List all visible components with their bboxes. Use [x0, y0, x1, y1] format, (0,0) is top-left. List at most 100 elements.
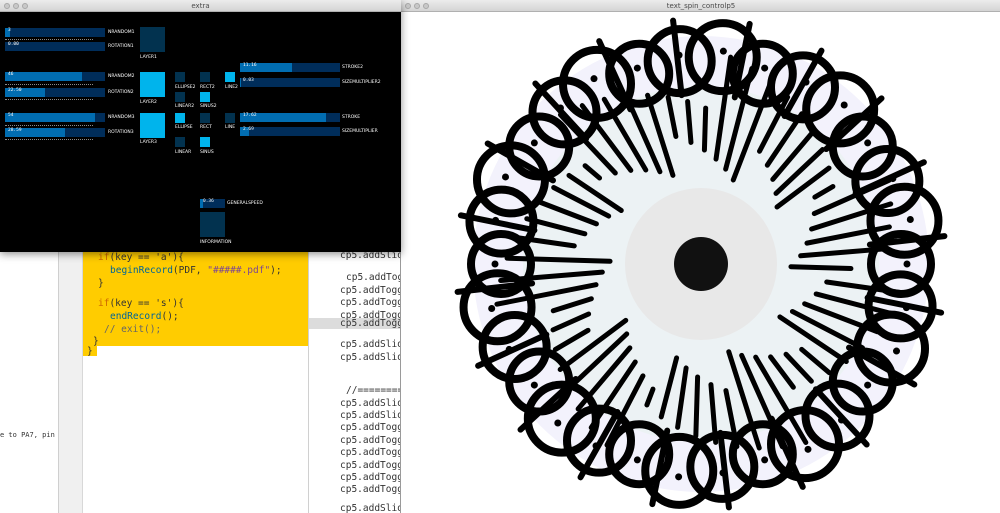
code2-line[interactable]: cp5.addSlid [340, 503, 400, 513]
slider-rotation2[interactable]: 22.50 [5, 88, 105, 97]
slider-value: 0.00 [8, 42, 19, 47]
slider-rotation1[interactable]: 0.00 [5, 42, 105, 51]
code2-line[interactable]: //========= [346, 385, 400, 396]
slider-value: 0.03 [243, 78, 254, 83]
spin-ring-dot [590, 75, 598, 83]
toggle-line2[interactable] [225, 72, 235, 82]
spin-ring-dot [892, 347, 900, 355]
background-editor-pane: e to PA7, pin tho [0, 250, 72, 513]
slider-ticks [5, 84, 93, 85]
code2-line[interactable]: cp5.addTogg [340, 422, 400, 433]
code2-line[interactable]: cp5.addTogg [340, 447, 400, 458]
slider-ticks [5, 139, 93, 140]
toggle-label: ELLIPSE [175, 125, 193, 130]
spin-window-titlebar[interactable]: text_spin_controlp5 [401, 0, 1000, 12]
spin-ring-dot [633, 456, 641, 464]
toggle-information[interactable] [200, 212, 225, 237]
slider-label: NRANDOM1 [108, 30, 135, 35]
spin-window: text_spin_controlp5 [400, 0, 1000, 513]
spin-ring-dot [804, 445, 812, 453]
code2-line[interactable]: cp5.addTogg [340, 435, 400, 446]
toggle-layer3[interactable] [140, 113, 165, 138]
code2-line[interactable]: cp5.addSlid [340, 398, 400, 409]
toggle-label: LAYER3 [140, 140, 157, 145]
toggle-label: LINE [225, 125, 236, 130]
toggle-line[interactable] [225, 113, 235, 123]
code-line-1[interactable]: if(key == 'a'){ [98, 252, 184, 263]
toggle-label: RECT2 [200, 85, 215, 90]
spin-ring-dot [491, 260, 499, 268]
code-line-8[interactable]: } [87, 346, 93, 357]
slider-label: NRANDOM2 [108, 74, 135, 79]
slider-stroke[interactable]: 17.62 [240, 113, 340, 122]
code-line-4[interactable]: if(key == 's'){ [98, 298, 184, 309]
code2-line[interactable]: cp5.addTogg [340, 297, 400, 308]
code-line-5[interactable]: endRecord(); [110, 311, 179, 322]
code2-line[interactable]: cp5.addTogg [340, 285, 400, 296]
spin-ray [701, 105, 709, 153]
slider-rotation3[interactable]: 28.59 [5, 128, 105, 137]
toggle-linear[interactable] [175, 137, 185, 147]
toggle-layer1[interactable] [140, 27, 165, 52]
code-line-3[interactable]: } [98, 278, 104, 289]
toggle-ellipse[interactable] [175, 113, 185, 123]
spin-ring-dot [903, 260, 911, 268]
code2-line[interactable]: cp5.addTogg [340, 460, 400, 471]
slider-nrandom2[interactable]: 46 [5, 72, 105, 81]
spin-ring-dot [530, 139, 538, 147]
slider-generalspeed[interactable]: 0.36 [200, 199, 225, 208]
toggle-layer2[interactable] [140, 72, 165, 97]
slider-value: 28.59 [8, 128, 22, 133]
code2-line[interactable]: cp5.addTogg [340, 472, 400, 483]
toggle-rect2[interactable] [200, 72, 210, 82]
toggle-label: INFORMATION [200, 240, 232, 245]
extra-window: extra 3 NRANDOM1 0.00 ROTATION1 46 NRAND… [0, 0, 401, 252]
code2-line[interactable]: cp5.addSlid [340, 352, 400, 363]
toggle-label: SINUS2 [200, 104, 217, 109]
slider-ticks [5, 125, 93, 126]
slider-label: ROTATION1 [108, 44, 134, 49]
slider-sizemultiplier2[interactable]: 0.03 [240, 78, 340, 87]
spin-ray [693, 374, 701, 439]
slider-value: 0.36 [203, 199, 214, 204]
slider-nrandom3[interactable]: 54 [5, 113, 105, 122]
toggle-ellipse2[interactable] [175, 72, 185, 82]
spin-artwork [454, 17, 948, 511]
toggle-label: LINE2 [225, 85, 238, 90]
slider-stroke2[interactable]: 11.16 [240, 63, 340, 72]
spin-ring-dot [492, 216, 500, 224]
slider-sizemultiplier[interactable]: 2.69 [240, 127, 340, 136]
toggle-sinus2[interactable] [200, 92, 210, 102]
spin-ring-dot [633, 64, 641, 72]
slider-value: 54 [8, 113, 14, 118]
code2-line[interactable]: cp5.addSlid [340, 410, 400, 421]
toggle-linear2[interactable] [175, 92, 185, 102]
spin-ring-dot [761, 64, 769, 72]
toggle-rect[interactable] [200, 113, 210, 123]
spin-ring-dot [675, 51, 683, 59]
slider-value: 22.50 [8, 88, 22, 93]
code-editor[interactable]: if(key == 'a'){ beginRecord(PDF, "#####.… [82, 250, 309, 513]
extra-window-titlebar[interactable]: extra [0, 0, 401, 12]
spin-ring-dot [906, 216, 914, 224]
code-editor-2[interactable]: cp5.addSlid cp5.addTogg cp5.addTogg cp5.… [308, 250, 400, 513]
slider-nrandom1[interactable]: 3 [5, 28, 105, 37]
slider-value: 3 [8, 28, 11, 33]
code-line-2[interactable]: beginRecord(PDF, "#####.pdf"); [110, 265, 282, 276]
code-line-6[interactable]: // exit(); [104, 324, 161, 335]
spin-ring-dot [840, 101, 848, 109]
spin-sketch-canvas[interactable] [401, 12, 1000, 513]
slider-ticks [5, 39, 93, 40]
code2-line[interactable]: cp5.addSlid [340, 339, 400, 350]
toggle-label: ELLIPSE2 [175, 85, 196, 90]
code2-line[interactable]: cp5.addTogg [340, 484, 400, 495]
slider-value: 2.69 [243, 127, 254, 132]
spin-ring-dot [502, 173, 510, 181]
spin-ray [504, 255, 613, 264]
slider-label: ROTATION3 [108, 130, 134, 135]
code-line-7[interactable]: } [93, 336, 99, 347]
toggle-sinus[interactable] [200, 137, 210, 147]
slider-fill [240, 78, 241, 87]
code2-line[interactable]: cp5.addTogg [346, 272, 400, 283]
code2-line[interactable]: cp5.addTogg [340, 318, 400, 329]
